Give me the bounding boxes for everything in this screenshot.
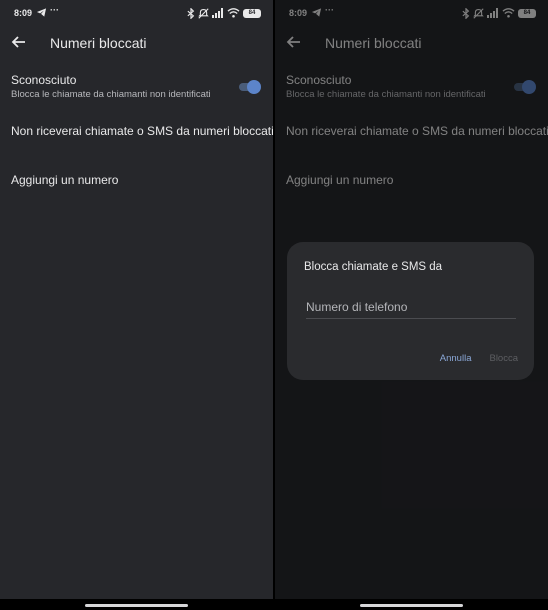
signal-icon [212, 8, 224, 18]
block-number-dialog: Blocca chiamate e SMS da Annulla Blocca [287, 242, 534, 380]
phone-number-input[interactable] [306, 298, 516, 316]
screen-right: 8:09 ··· 84 Numeri bloccati Sconosciuto … [275, 0, 548, 610]
blocked-info-text: Non riceverai chiamate o SMS da numeri b… [11, 124, 273, 138]
bluetooth-icon [187, 7, 195, 19]
unknown-callers-setting[interactable]: Sconosciuto Blocca le chiamate da chiama… [11, 73, 261, 105]
wifi-icon [227, 8, 240, 18]
home-indicator[interactable] [85, 604, 188, 607]
back-arrow-icon[interactable] [10, 33, 28, 51]
status-time: 8:09 [14, 8, 33, 18]
add-number-button[interactable]: Aggiungi un numero [11, 173, 118, 187]
setting-subtitle: Blocca le chiamate da chiamanti non iden… [11, 89, 211, 100]
more-notifications-indicator: ··· [50, 5, 59, 15]
setting-title: Sconosciuto [11, 73, 77, 87]
unknown-callers-toggle[interactable] [237, 80, 261, 94]
telegram-icon [36, 7, 48, 19]
status-bar: 8:09 ··· 84 [14, 5, 261, 20]
mute-icon [198, 7, 209, 19]
phone-number-field[interactable] [306, 298, 516, 319]
screen-left: 8:09 ··· 84 Numeri bloccati Sconosciuto … [0, 0, 273, 610]
app-bar: Numeri bloccati [0, 30, 273, 56]
battery-icon: 84 [243, 8, 261, 18]
cancel-button[interactable]: Annulla [440, 353, 472, 364]
dialog-title: Blocca chiamate e SMS da [304, 261, 443, 273]
page-title: Numeri bloccati [50, 35, 147, 51]
home-indicator[interactable] [360, 604, 463, 607]
block-button[interactable]: Blocca [489, 353, 518, 364]
